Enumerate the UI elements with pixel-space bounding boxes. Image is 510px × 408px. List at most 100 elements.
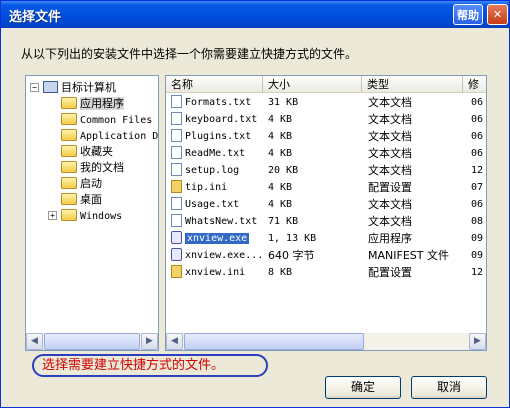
file-size: 4 KB [268, 148, 293, 159]
table-row[interactable]: Plugins.txt 4 KB 文本文档 06 [166, 128, 486, 145]
close-button[interactable]: ✕ [487, 4, 508, 25]
table-row[interactable]: keyboard.txt 4 KB 文本文档 06 [166, 111, 486, 128]
file-type: 应用程序 [368, 232, 412, 245]
table-row[interactable]: Formats.txt 31 KB 文本文档 06 [166, 94, 486, 111]
tree-horizontal-scrollbar[interactable]: ◀ ▶ [26, 333, 158, 350]
file-type: 文本文档 [368, 96, 412, 109]
folder-icon [61, 209, 77, 221]
file-name: xnview.exe... [185, 250, 263, 261]
text-file-icon [171, 146, 182, 159]
tree-item-desktop[interactable]: 桌面 [61, 192, 102, 208]
file-name: setup.log [185, 165, 240, 176]
file-type: 文本文档 [368, 113, 412, 126]
file-type: MANIFEST 文件 [368, 249, 449, 262]
file-size: 4 KB [268, 199, 293, 210]
file-list[interactable]: 名称 大小 类型 修 Formats.txt 31 KB 文本文档 06 key… [165, 75, 487, 351]
column-header-type[interactable]: 类型 [362, 76, 463, 93]
file-modified: 06 [471, 97, 484, 108]
tree-item-label: Windows [80, 211, 123, 222]
text-file-icon [171, 129, 182, 142]
folder-tree[interactable]: − 目标计算机 应用程序 Common Files Application D 收… [25, 75, 159, 351]
folder-icon [61, 145, 77, 157]
file-type: 配置设置 [368, 181, 412, 194]
file-modified: 12 [471, 165, 484, 176]
tree-item-label: 桌面 [80, 193, 102, 206]
column-header-name[interactable]: 名称 [166, 76, 263, 93]
column-header-modified[interactable]: 修 [463, 76, 486, 93]
scroll-left-icon[interactable]: ◀ [166, 333, 183, 350]
help-button[interactable]: 帮助 [453, 4, 483, 25]
tree-item-app-programs[interactable]: 应用程序 [61, 96, 124, 112]
tree-item-startup[interactable]: 启动 [61, 176, 102, 192]
tree-item-my-documents[interactable]: 我的文档 [61, 160, 124, 176]
file-name: ReadMe.txt [185, 148, 246, 159]
file-type: 文本文档 [368, 164, 412, 177]
ok-button[interactable]: 确定 [325, 376, 401, 399]
file-name: xnview.ini [185, 267, 246, 278]
column-header-size[interactable]: 大小 [263, 76, 362, 93]
table-row-selected[interactable]: xnview.exe 1, 13 KB 应用程序 09 [166, 230, 486, 247]
table-row[interactable]: WhatsNew.txt 71 KB 文本文档 08 [166, 213, 486, 230]
table-row[interactable]: xnview.exe... 640 字节 MANIFEST 文件 09 [166, 247, 486, 264]
tree-item-label: 收藏夹 [80, 145, 113, 158]
text-file-icon [171, 163, 182, 176]
expand-icon[interactable]: + [48, 211, 57, 220]
text-file-icon [171, 112, 182, 125]
folder-icon [61, 193, 77, 205]
file-size: 4 KB [268, 182, 293, 193]
table-row[interactable]: xnview.ini 8 KB 配置设置 12 [166, 264, 486, 281]
title-bar[interactable]: 选择文件 帮助 ✕ [1, 1, 509, 28]
table-row[interactable]: setup.log 20 KB 文本文档 12 [166, 162, 486, 179]
text-file-icon [171, 214, 182, 227]
file-name: tip.ini [185, 182, 228, 193]
file-type: 文本文档 [368, 215, 412, 228]
file-type: 文本文档 [368, 147, 412, 160]
table-row[interactable]: ReadMe.txt 4 KB 文本文档 06 [166, 145, 486, 162]
tree-item-favorites[interactable]: 收藏夹 [61, 144, 113, 160]
collapse-icon[interactable]: − [30, 83, 39, 92]
scroll-right-icon[interactable]: ▶ [469, 333, 486, 350]
file-modified: 07 [471, 182, 484, 193]
tree-root[interactable]: − 目标计算机 [30, 80, 116, 96]
file-modified: 12 [471, 267, 484, 278]
file-modified: 06 [471, 199, 484, 210]
file-modified: 06 [471, 114, 484, 125]
file-size: 8 KB [268, 267, 293, 278]
file-size: 71 KB [268, 216, 299, 227]
cancel-button[interactable]: 取消 [411, 376, 487, 399]
table-row[interactable]: Usage.txt 4 KB 文本文档 06 [166, 196, 486, 213]
folder-icon [61, 97, 77, 109]
scrollbar-thumb[interactable] [44, 333, 140, 350]
scroll-right-icon[interactable]: ▶ [141, 333, 158, 350]
file-size: 4 KB [268, 131, 293, 142]
folder-icon [61, 113, 77, 125]
tree-item-application-data[interactable]: Application D [61, 128, 158, 144]
tree-item-common-files[interactable]: Common Files [61, 112, 152, 128]
file-size: 4 KB [268, 114, 293, 125]
text-file-icon [171, 95, 182, 108]
file-size: 1, 13 KB [268, 233, 317, 244]
file-type: 文本文档 [368, 198, 412, 211]
file-modified: 08 [471, 216, 484, 227]
list-header: 名称 大小 类型 修 [166, 76, 486, 93]
file-modified: 09 [471, 233, 484, 244]
file-modified: 06 [471, 148, 484, 159]
file-modified: 09 [471, 250, 484, 261]
scrollbar-thumb[interactable] [184, 333, 364, 350]
list-horizontal-scrollbar[interactable]: ◀ ▶ [166, 333, 486, 350]
exe-file-icon [171, 231, 182, 244]
tree-item-windows[interactable]: + Windows [48, 208, 122, 224]
file-size: 31 KB [268, 97, 299, 108]
file-name: Formats.txt [185, 97, 252, 108]
manifest-file-icon [171, 248, 182, 261]
scroll-left-icon[interactable]: ◀ [26, 333, 43, 350]
table-row[interactable]: tip.ini 4 KB 配置设置 07 [166, 179, 486, 196]
folder-icon [61, 177, 77, 189]
folder-icon [61, 129, 77, 141]
hint-callout: 选择需要建立快捷方式的文件。 [32, 354, 268, 377]
file-type: 文本文档 [368, 130, 412, 143]
tree-item-label: Application D [80, 131, 159, 142]
folder-icon [61, 161, 77, 173]
file-name: Plugins.txt [185, 131, 252, 142]
tree-root-label: 目标计算机 [61, 81, 116, 94]
